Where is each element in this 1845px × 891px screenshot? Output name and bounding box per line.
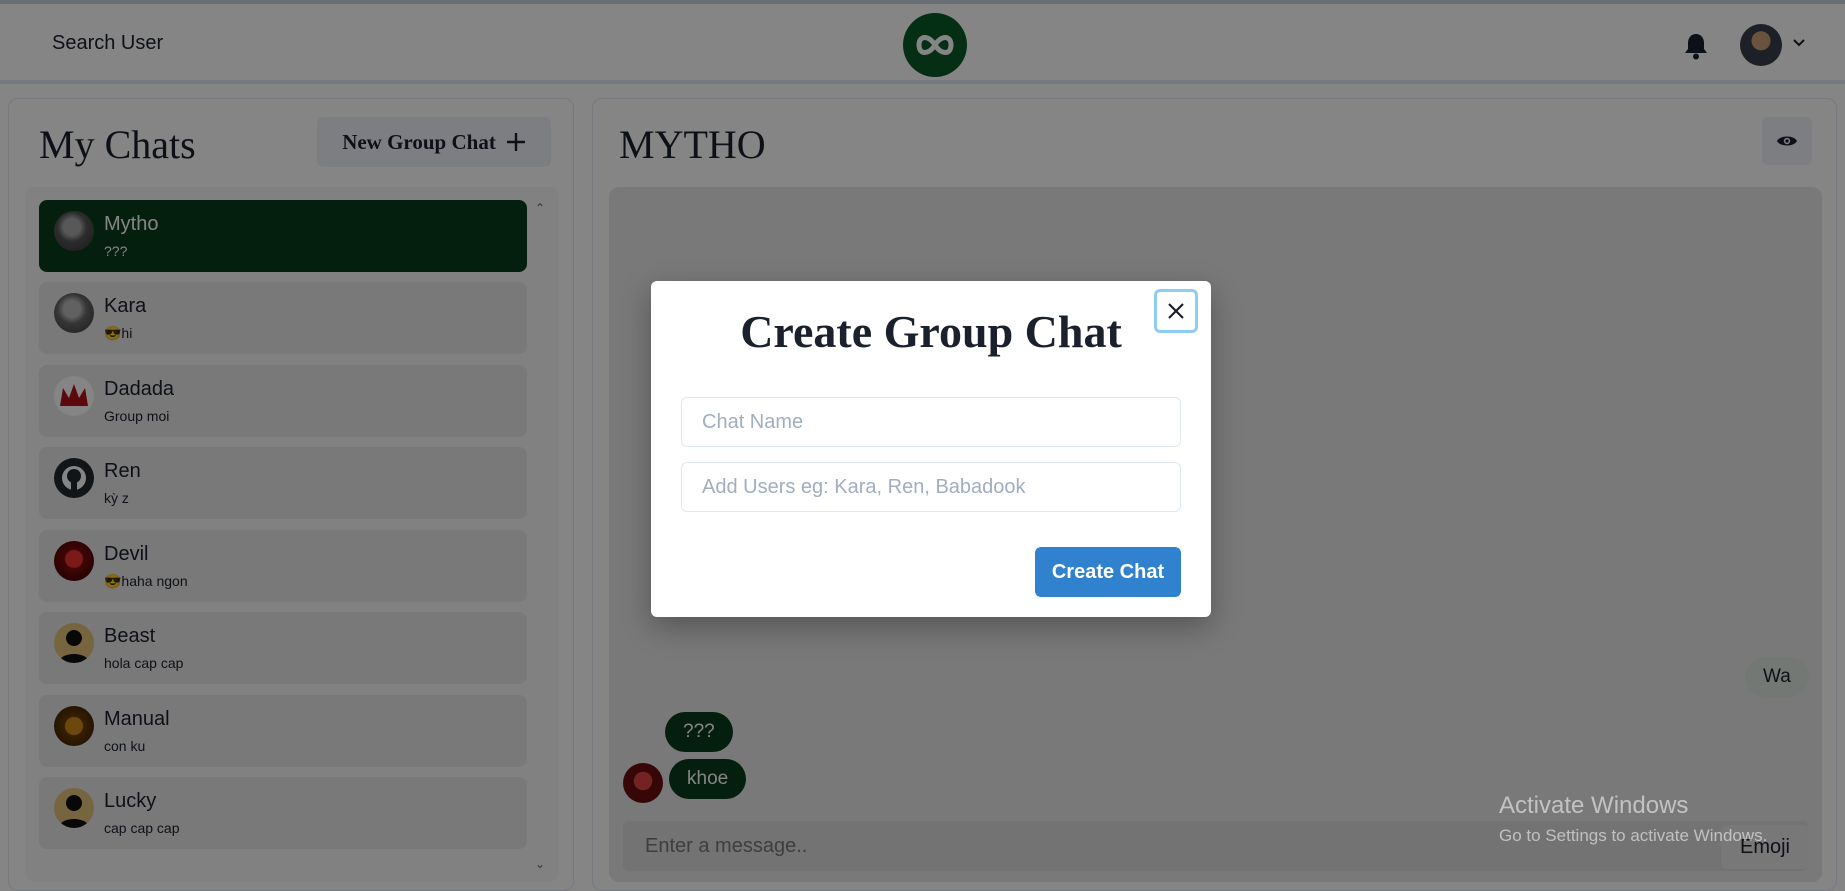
- watermark-subtitle: Go to Settings to activate Windows.: [1499, 826, 1768, 845]
- modal-title: Create Group Chat: [740, 306, 1122, 357]
- close-button[interactable]: [1154, 289, 1198, 333]
- watermark-title: Activate Windows: [1499, 792, 1689, 819]
- activate-windows-watermark: Activate Windows Go to Settings to activ…: [1499, 792, 1767, 846]
- create-chat-button[interactable]: Create Chat: [1035, 547, 1181, 597]
- add-users-input[interactable]: [681, 462, 1181, 512]
- create-group-chat-modal: Create Group Chat Create Chat: [651, 281, 1211, 617]
- close-icon: [1168, 303, 1184, 319]
- chat-name-input[interactable]: [681, 397, 1181, 447]
